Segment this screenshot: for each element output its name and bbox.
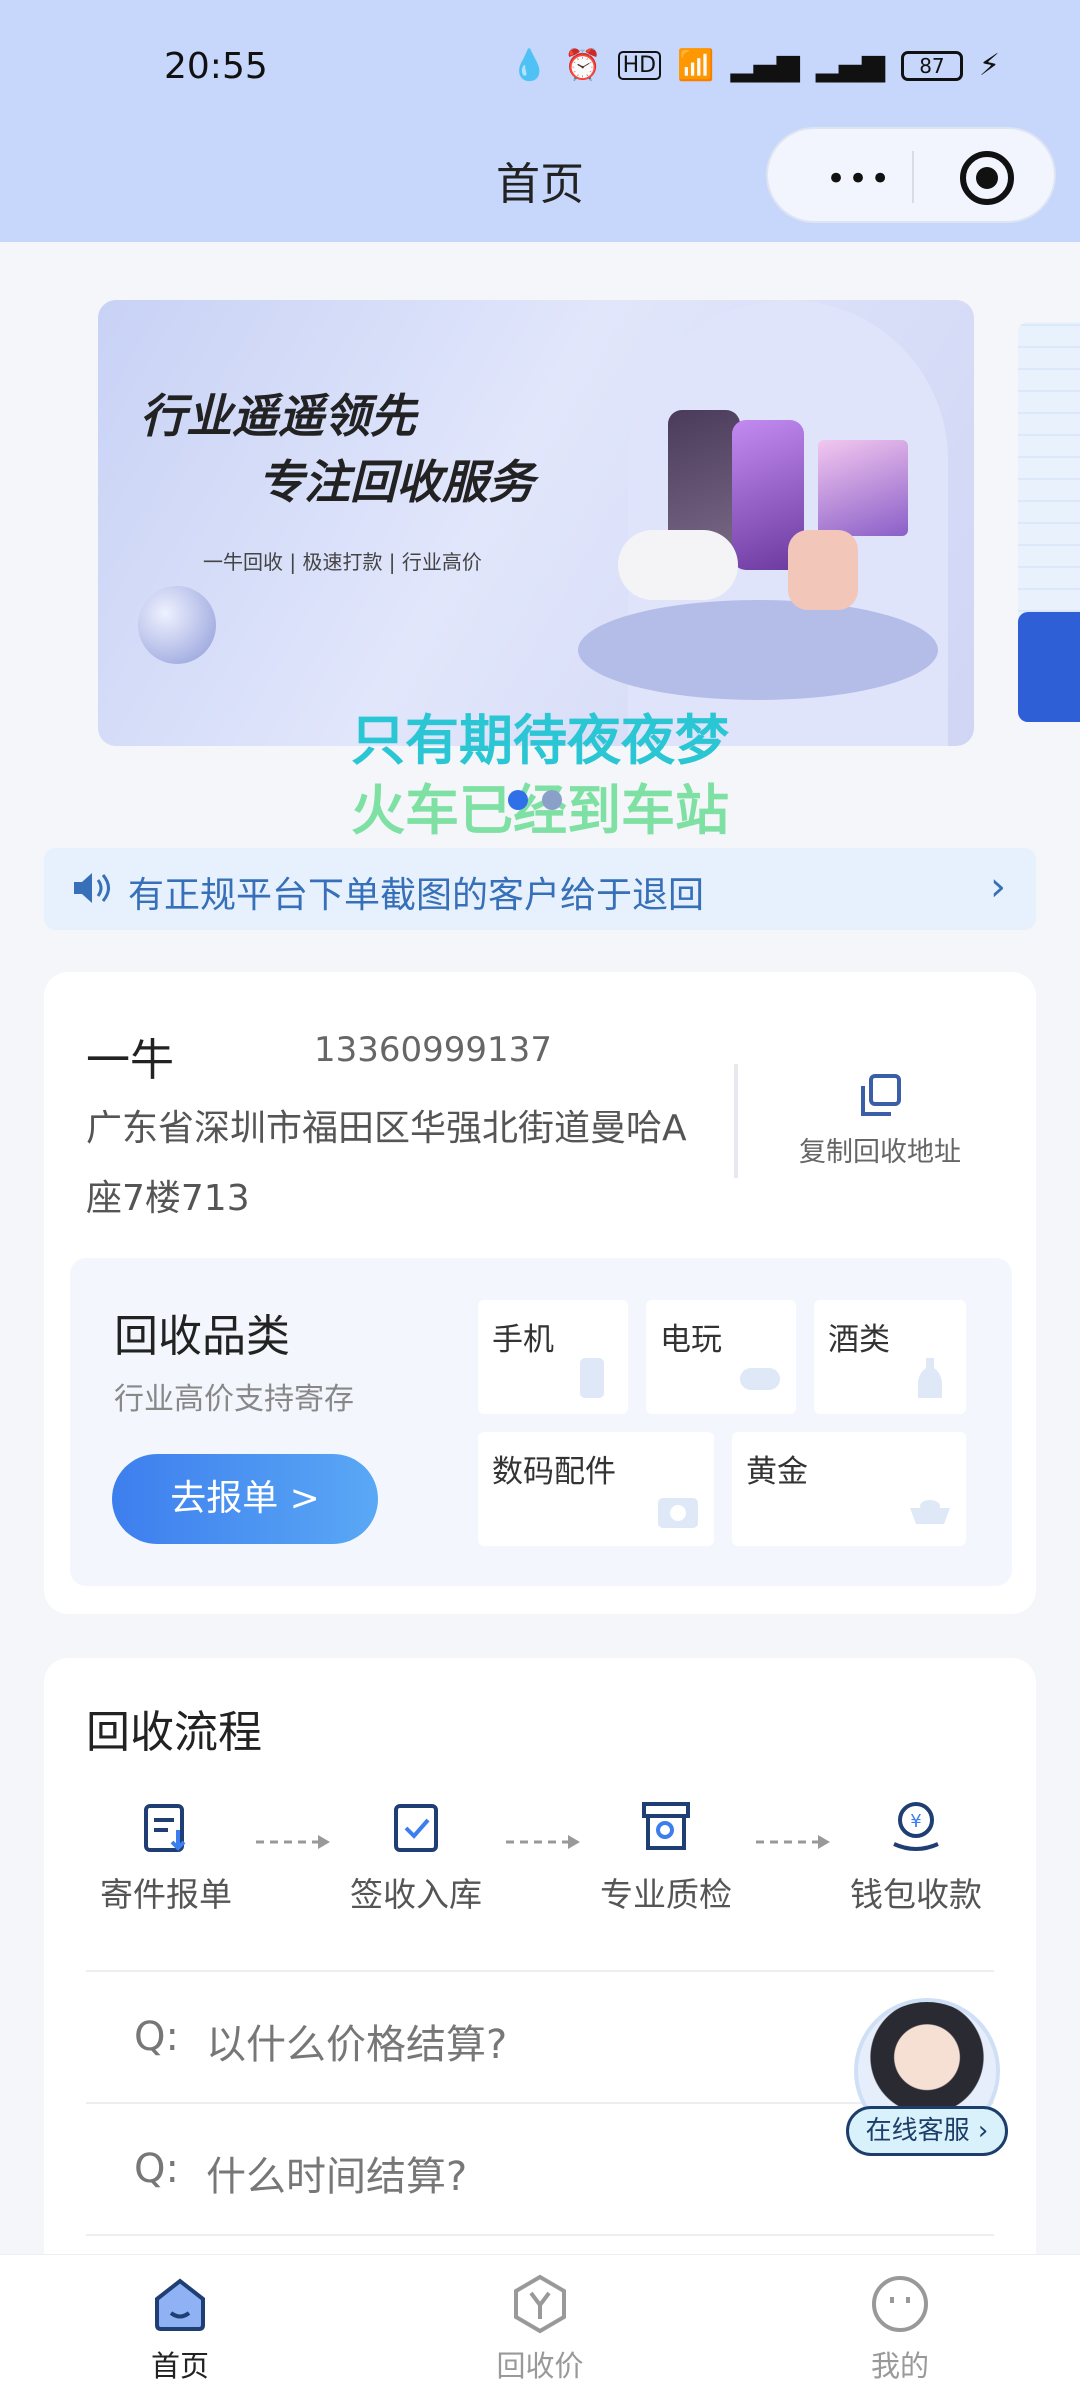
- svg-text:¥: ¥: [910, 1811, 921, 1832]
- flow-title: 回收流程: [86, 1707, 262, 1758]
- camera-icon: [658, 1498, 698, 1528]
- notice-bar[interactable]: 有正规平台下单截图的客户给于退回 ›: [44, 848, 1036, 930]
- copy-address-button[interactable]: 复制回收地址: [760, 1072, 1000, 1182]
- tab-price[interactable]: 回收价: [440, 2273, 640, 2385]
- banner-laptop-image: [818, 440, 908, 536]
- check-clipboard-icon: [394, 1804, 438, 1852]
- category-panel: 回收品类 行业高价支持寄存 去报单 > 手机 电玩 酒类 数码配件 黄金: [70, 1258, 1012, 1586]
- yen-price-icon: [514, 2274, 566, 2334]
- carousel-dot-active[interactable]: [508, 790, 528, 810]
- capsule-divider: [912, 151, 914, 203]
- profile-face-icon: [872, 2276, 928, 2332]
- flow-step: 签收入库: [336, 1798, 496, 1916]
- banner-gamepad-image: [618, 530, 738, 600]
- more-menu-icon[interactable]: •••: [826, 159, 892, 199]
- category-label: 手机: [492, 1322, 554, 1358]
- divider: [734, 1064, 738, 1178]
- category-label: 数码配件: [492, 1454, 616, 1490]
- flow-step-label: 寄件报单: [100, 1875, 232, 1914]
- contact-address: 广东省深圳市福田区华强北街道曼哈A座7楼713: [86, 1108, 687, 1219]
- mini-program-capsule: •••: [766, 127, 1056, 223]
- faq-question: 什么时间结算?: [206, 2154, 468, 2200]
- category-title: 回收品类: [114, 1311, 290, 1362]
- wifi-icon: 📶: [677, 48, 715, 83]
- inspect-box-icon: [642, 1802, 690, 1850]
- tab-label: 首页: [150, 2349, 209, 2383]
- status-bar: 20:55 💧 ⏰ HD 📶 ▂▄▆ ▂▄▆ 87 ⚡: [0, 0, 1080, 140]
- arrow-right-icon: [256, 1835, 330, 1849]
- danmu-text: 只有期待夜夜梦: [351, 709, 729, 772]
- close-target-icon[interactable]: [960, 151, 1014, 205]
- gold-ingot-icon: [910, 1500, 950, 1524]
- copy-icon: [861, 1074, 901, 1116]
- tab-home[interactable]: 首页: [80, 2273, 280, 2385]
- banner-headline-2: 专注回收服务: [258, 455, 534, 509]
- phone-icon: [580, 1358, 604, 1398]
- category-liquor[interactable]: 酒类: [814, 1300, 966, 1414]
- flow-step: ¥ 钱包收款: [836, 1798, 996, 1916]
- category-label: 电玩: [660, 1322, 722, 1358]
- charging-icon: ⚡: [978, 48, 1000, 83]
- category-accessories[interactable]: 数码配件: [478, 1432, 714, 1546]
- flow-step-label: 钱包收款: [850, 1875, 982, 1914]
- category-label: 黄金: [746, 1454, 808, 1490]
- status-icons: 💧 ⏰ HD 📶 ▂▄▆ ▂▄▆ 87 ⚡: [511, 48, 1000, 83]
- next-banner-peek[interactable]: [1018, 322, 1080, 722]
- banner-pedestal: [578, 600, 938, 700]
- carousel-dot[interactable]: [542, 790, 562, 810]
- faq-question: 以什么价格结算?: [206, 2022, 508, 2068]
- online-support-label: 在线客服 ›: [846, 2106, 1008, 2156]
- hd-icon: HD: [617, 51, 662, 80]
- flow-step: 专业质检: [586, 1798, 746, 1916]
- bottom-tab-bar: 首页 回收价 我的: [0, 2254, 1080, 2400]
- category-gold[interactable]: 黄金: [732, 1432, 966, 1546]
- contact-phone: 13360999137: [314, 1030, 552, 1070]
- title-bar: 首页 •••: [0, 120, 1080, 242]
- speaker-icon: [74, 873, 110, 903]
- flow-step-label: 专业质检: [600, 1875, 732, 1914]
- bottle-icon: [918, 1358, 942, 1398]
- online-support-button[interactable]: 在线客服 ›: [846, 1998, 1008, 2168]
- copy-address-label: 复制回收地址: [799, 1137, 961, 1168]
- chevron-right-icon: ›: [990, 864, 1006, 910]
- arrow-right-icon: [756, 1835, 830, 1849]
- banner-sphere: [138, 586, 216, 664]
- category-subtitle: 行业高价支持寄存: [114, 1382, 354, 1417]
- address-card: 一牛 13360999137 广东省深圳市福田区华强北街道曼哈A座7楼713 复…: [44, 972, 1036, 1614]
- category-games[interactable]: 电玩: [646, 1300, 796, 1414]
- faq-q-marker: Q:: [134, 2146, 179, 2192]
- tab-profile[interactable]: 我的: [800, 2273, 1000, 2385]
- tab-label: 我的: [870, 2349, 929, 2383]
- banner-subline: 一牛回收 | 极速打款 | 行业高价: [203, 550, 482, 574]
- faq-q-marker: Q:: [134, 2014, 179, 2060]
- gamepad-icon: [740, 1368, 780, 1390]
- flow-step: 寄件报单: [86, 1798, 246, 1916]
- banner-headline: 行业遥遥领先: [140, 389, 416, 443]
- banner-watch-image: [788, 530, 858, 610]
- tab-label: 回收价: [496, 2349, 584, 2383]
- flow-step-label: 签收入库: [350, 1875, 482, 1914]
- category-phone[interactable]: 手机: [478, 1300, 628, 1414]
- carousel-dots: [508, 790, 562, 810]
- signal-icon: ▂▄▆: [730, 48, 800, 83]
- clipboard-icon: [144, 1804, 186, 1852]
- status-time: 20:55: [164, 46, 268, 87]
- signal-icon-2: ▂▄▆: [815, 48, 885, 83]
- contact-name: 一牛: [86, 1035, 174, 1086]
- battery-icon: 87: [900, 50, 963, 81]
- promo-banner[interactable]: 行业遥遥领先 专注回收服务 一牛回收 | 极速打款 | 行业高价: [98, 300, 974, 746]
- alarm-icon: ⏰: [564, 48, 602, 83]
- drop-icon: 💧: [510, 48, 549, 83]
- category-label: 酒类: [828, 1322, 890, 1358]
- money-hand-icon: ¥: [893, 1802, 939, 1851]
- submit-order-button[interactable]: 去报单 >: [112, 1454, 378, 1544]
- arrow-right-icon: [506, 1835, 580, 1849]
- notice-text: 有正规平台下单截图的客户给于退回: [128, 875, 705, 916]
- home-icon: [155, 2278, 205, 2331]
